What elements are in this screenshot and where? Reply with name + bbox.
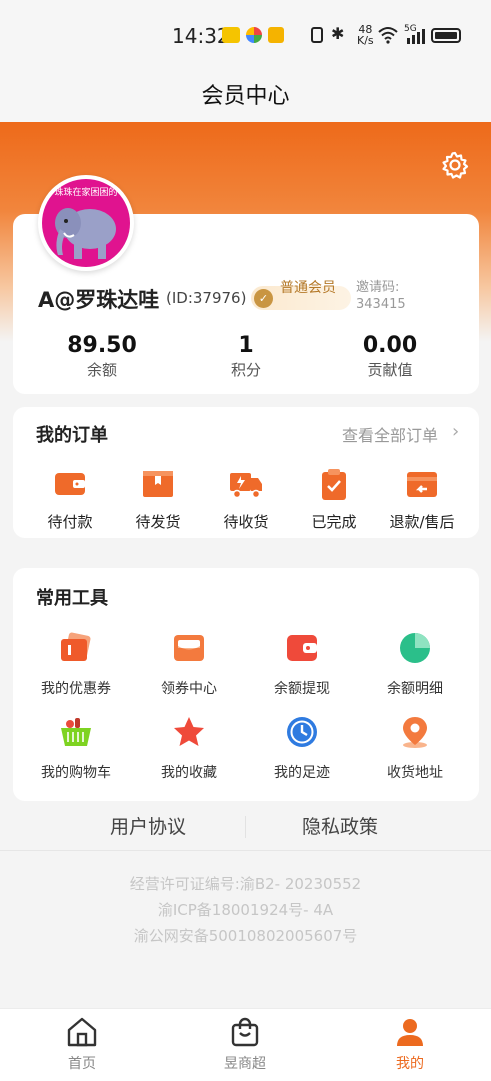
order-pending-shipment[interactable]: 待发货: [113, 511, 203, 532]
net-speed-unit: K/s: [357, 34, 374, 47]
page-title: 会员中心: [201, 84, 290, 109]
wifi-icon: [378, 27, 398, 44]
location-icon[interactable]: [398, 715, 432, 749]
balance-value[interactable]: 89.50: [32, 333, 172, 358]
coupon-center-icon[interactable]: [172, 631, 206, 665]
net-speed: 48 K/s: [357, 24, 374, 46]
shopping-bag-icon[interactable]: [229, 1016, 261, 1048]
tab-mine[interactable]: 我的: [370, 1053, 450, 1073]
star-icon[interactable]: [172, 715, 206, 749]
tool-my-favorites[interactable]: 我的收藏: [134, 762, 244, 782]
tool-balance-withdraw[interactable]: 余额提现: [247, 678, 357, 698]
order-completed[interactable]: 已完成: [289, 511, 379, 532]
user-agreement-link[interactable]: 用户协议: [110, 812, 186, 839]
tool-my-coupons[interactable]: 我的优惠券: [21, 678, 131, 698]
pie-chart-icon[interactable]: [398, 631, 432, 665]
clock-icon[interactable]: [285, 715, 319, 749]
invite-code-value: 343415: [356, 297, 406, 312]
license-line-3: 渝公网安备50010802005607号: [133, 927, 358, 945]
truck-icon[interactable]: [229, 467, 263, 501]
footer-separator: [0, 850, 491, 851]
order-pending-payment[interactable]: 待付款: [25, 511, 115, 532]
package-icon[interactable]: [141, 467, 175, 501]
wallet-withdraw-icon[interactable]: [285, 631, 319, 665]
invite-code[interactable]: 邀请码: 343415: [356, 279, 426, 313]
tab-home[interactable]: 首页: [42, 1053, 122, 1073]
refund-icon[interactable]: [405, 467, 439, 501]
signal-icon: [407, 29, 425, 44]
tool-my-footprints[interactable]: 我的足迹: [247, 762, 357, 782]
footer-divider: [245, 816, 246, 838]
tools-title: 常用工具: [36, 588, 108, 609]
view-all-orders-link[interactable]: 查看全部订单: [342, 422, 438, 446]
bluetooth-icon: ✱: [331, 24, 345, 43]
points-value[interactable]: 1: [176, 333, 316, 358]
invite-code-label: 邀请码:: [356, 280, 400, 295]
meituan-notification-icon: [222, 27, 240, 43]
license-line-1: 经营许可证编号:渝B2- 20230552: [129, 875, 362, 893]
tool-balance-details[interactable]: 余额明细: [360, 678, 470, 698]
avatar[interactable]: 珠珠在家困困的: [38, 175, 134, 271]
coupon-icon[interactable]: [59, 631, 93, 665]
battery-icon: [431, 28, 461, 43]
member-level-label: 普通会员: [280, 280, 336, 296]
balance-label: 余额: [86, 361, 117, 379]
clipboard-check-icon[interactable]: [317, 467, 351, 501]
tool-shipping-address[interactable]: 收货地址: [360, 762, 470, 782]
privacy-policy-link[interactable]: 隐私政策: [302, 812, 378, 839]
tool-coupon-center[interactable]: 领券中心: [134, 678, 244, 698]
app-notification-icon: [246, 27, 262, 43]
user-id: (ID:37976): [166, 289, 247, 307]
chevron-right-icon[interactable]: ›: [452, 421, 459, 442]
mail-notification-icon: [268, 27, 284, 43]
contribution-value[interactable]: 0.00: [320, 333, 460, 358]
status-time: 14:32: [172, 24, 230, 48]
orders-title: 我的订单: [36, 425, 108, 446]
tab-market[interactable]: 昱商超: [205, 1053, 285, 1073]
username: A@罗珠达哇: [38, 288, 160, 312]
elephant-avatar-image: [55, 208, 116, 259]
order-refund-aftersale[interactable]: 退款/售后: [377, 511, 467, 532]
home-icon[interactable]: [66, 1016, 98, 1048]
user-icon[interactable]: [394, 1016, 426, 1048]
license-line-2: 渝ICP备18001924号- 4A: [157, 901, 334, 919]
wallet-icon[interactable]: [53, 467, 87, 501]
contribution-label: 贡献值: [367, 361, 413, 379]
member-badge-icon: ✓: [254, 289, 273, 308]
nfc-icon: [311, 27, 323, 43]
tool-my-cart[interactable]: 我的购物车: [21, 762, 131, 782]
points-label: 积分: [230, 361, 261, 379]
basket-icon[interactable]: [59, 715, 93, 749]
order-pending-receipt[interactable]: 待收货: [201, 511, 291, 532]
settings-gear-icon[interactable]: [440, 150, 470, 180]
